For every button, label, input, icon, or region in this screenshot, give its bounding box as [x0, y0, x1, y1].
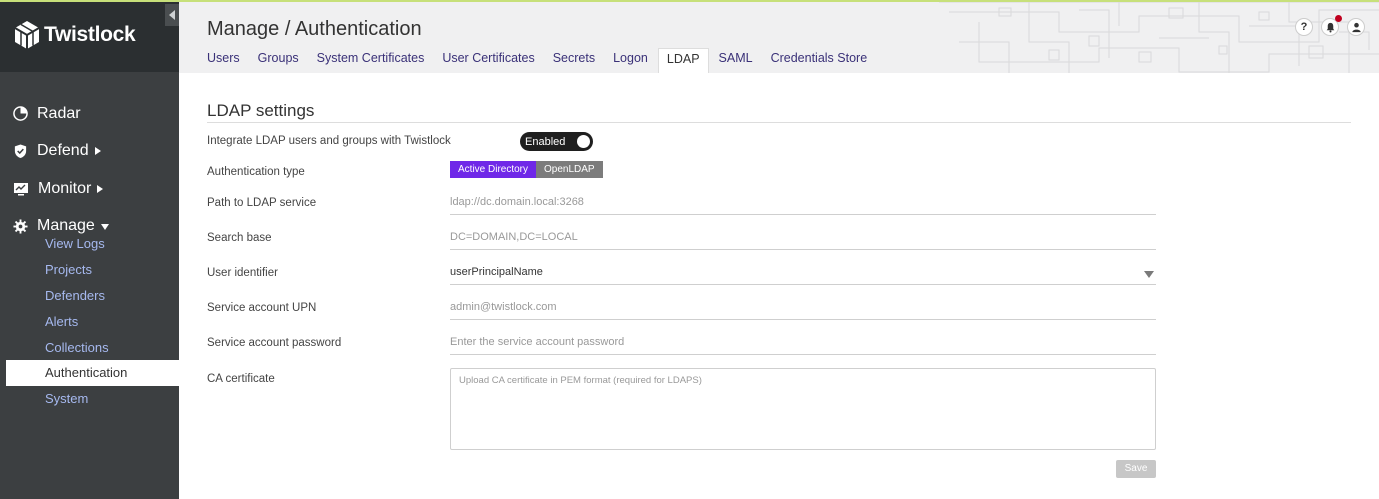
chevron-down-icon	[1144, 271, 1154, 278]
bell-icon[interactable]	[1321, 15, 1342, 36]
sidebar-collapse-button[interactable]	[165, 4, 179, 26]
ca-certificate-field	[450, 368, 1156, 450]
tab-system-certificates[interactable]: System Certificates	[309, 48, 433, 73]
shield-icon	[14, 144, 27, 159]
ldap-path-input[interactable]	[450, 191, 1156, 213]
brand-logo[interactable]: Twistlock	[14, 20, 136, 50]
sidebar-item-alerts[interactable]: Alerts	[0, 309, 179, 335]
tab-users[interactable]: Users	[199, 48, 248, 73]
search-base-field	[450, 226, 1156, 250]
integrate-toggle[interactable]: Enabled	[520, 132, 593, 151]
toggle-knob	[577, 135, 590, 148]
header-circuit-pattern	[939, 2, 1379, 73]
tab-groups[interactable]: Groups	[250, 48, 307, 73]
password-label: Service account password	[207, 337, 342, 349]
caret-right-icon	[94, 147, 101, 156]
ldap-path-field	[450, 191, 1156, 215]
sidebar: Twistlock Radar Defend Monitor Manage Vi…	[0, 0, 179, 499]
integrate-label: Integrate LDAP users and groups with Twi…	[207, 135, 451, 147]
notification-badge	[1335, 15, 1342, 22]
tab-credentials-store[interactable]: Credentials Store	[763, 48, 876, 73]
upn-label: Service account UPN	[207, 302, 317, 314]
sidebar-item-authentication[interactable]: Authentication	[6, 360, 179, 387]
nav-item-defend[interactable]: Defend	[0, 133, 179, 171]
caret-down-icon	[100, 224, 109, 231]
manage-subnav: View Logs Projects Defenders Alerts Coll…	[0, 231, 179, 412]
auth-type-selector: Active Directory OpenLDAP	[450, 161, 603, 178]
user-identifier-value: userPrincipalName	[450, 266, 543, 278]
password-input[interactable]	[450, 331, 1156, 353]
nav-label-monitor: Monitor	[38, 179, 92, 197]
auth-type-label: Authentication type	[207, 166, 305, 178]
tab-user-certificates[interactable]: User Certificates	[434, 48, 542, 73]
sidebar-item-projects[interactable]: Projects	[0, 257, 179, 283]
page-header: Manage / Authentication Users Groups Sys…	[179, 0, 1379, 73]
ca-certificate-input[interactable]	[451, 369, 1155, 449]
sidebar-item-defenders[interactable]: Defenders	[0, 283, 179, 309]
app-root: Twistlock Radar Defend Monitor Manage Vi…	[0, 0, 1379, 499]
ca-certificate-label: CA certificate	[207, 373, 275, 385]
monitor-icon	[14, 182, 28, 196]
user-icon[interactable]	[1347, 18, 1365, 36]
user-identifier-label: User identifier	[207, 267, 278, 279]
chevron-left-icon	[169, 10, 175, 20]
save-button[interactable]: Save	[1116, 460, 1156, 478]
sidebar-item-view-logs[interactable]: View Logs	[0, 231, 179, 257]
tab-ldap[interactable]: LDAP	[657, 48, 709, 73]
help-icon[interactable]: ?	[1295, 18, 1313, 36]
section-title: LDAP settings	[207, 101, 315, 120]
auth-option-openldap[interactable]: OpenLDAP	[536, 161, 603, 178]
tab-logon[interactable]: Logon	[605, 48, 656, 73]
brand-name: Twistlock	[44, 23, 136, 46]
sidebar-item-system[interactable]: System	[0, 386, 179, 412]
auth-option-active-directory[interactable]: Active Directory	[450, 161, 537, 178]
tab-saml[interactable]: SAML	[711, 48, 761, 73]
twistlock-cube-icon	[14, 21, 40, 49]
header-actions: ?	[1295, 15, 1365, 36]
user-glyph	[1351, 22, 1361, 32]
password-field	[450, 331, 1156, 355]
search-base-input[interactable]	[450, 226, 1156, 248]
upn-input[interactable]	[450, 296, 1156, 318]
section-divider	[207, 122, 1351, 123]
nav-item-monitor[interactable]: Monitor	[0, 170, 179, 208]
upn-field	[450, 296, 1156, 320]
toggle-label: Enabled	[525, 135, 566, 148]
ldap-settings-panel: LDAP settings Integrate LDAP users and g…	[207, 73, 1357, 499]
path-label: Path to LDAP service	[207, 197, 317, 209]
main-nav: Radar Defend Monitor Manage	[0, 95, 179, 245]
radar-icon	[13, 106, 28, 122]
nav-label-radar: Radar	[37, 104, 81, 122]
search-base-label: Search base	[207, 232, 272, 244]
page-title: Manage / Authentication	[207, 18, 422, 40]
tab-bar: Users Groups System Certificates User Ce…	[199, 48, 877, 73]
nav-item-radar[interactable]: Radar	[0, 95, 179, 133]
nav-label-defend: Defend	[37, 142, 89, 160]
user-identifier-select[interactable]: userPrincipalName	[450, 261, 1156, 285]
logo-bar: Twistlock	[0, 0, 179, 72]
bell-glyph	[1326, 22, 1334, 32]
tab-secrets[interactable]: Secrets	[545, 48, 603, 73]
sidebar-item-collections[interactable]: Collections	[0, 335, 179, 361]
caret-right-icon	[97, 184, 104, 193]
